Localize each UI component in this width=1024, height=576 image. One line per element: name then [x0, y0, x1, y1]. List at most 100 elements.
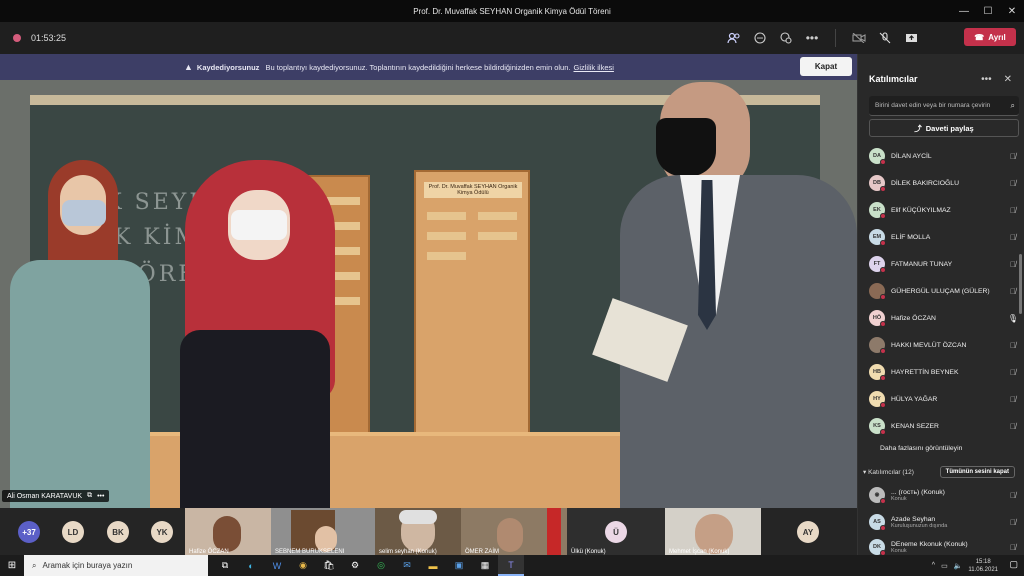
- avatar-ay[interactable]: AY: [797, 521, 819, 543]
- maximize-icon[interactable]: ☐: [976, 0, 1000, 22]
- windows-start-icon[interactable]: ⊞: [0, 555, 24, 576]
- guest-row[interactable]: ◉ ... (гость) (Konuk) Konuk 🎙̸: [869, 484, 1019, 506]
- panel-scrollbar[interactable]: [1019, 254, 1022, 314]
- video-thumb-ulku[interactable]: Ü Ülkü (Konuk): [567, 508, 665, 555]
- participant-row[interactable]: HÖ Hafize ÖCZAN 🎙: [869, 308, 1019, 328]
- invite-search-input[interactable]: Birini davet edin veya bir numara çeviri…: [869, 96, 1019, 116]
- tray-chevron-icon[interactable]: ^: [932, 562, 935, 569]
- volume-icon[interactable]: 🔈: [954, 562, 963, 570]
- avatar-bk[interactable]: BK: [107, 521, 129, 543]
- toolbar-icons: •••: [721, 22, 924, 54]
- person-center-woman: [165, 160, 355, 508]
- participant-name: GÜHERGÜL ULUÇAM (GÜLER): [891, 287, 990, 295]
- participant-row[interactable]: EM ELİF MOLLA 🎙̸: [869, 227, 1019, 247]
- network-icon[interactable]: ▭: [941, 562, 948, 570]
- privacy-link[interactable]: Gizlilik ilkesi: [574, 63, 614, 72]
- plaque-title: Prof. Dr. Muvaffak SEYHAN Organik Kimya …: [424, 182, 522, 198]
- guest-name: DEneme Kkonuk (Konuk): [891, 540, 968, 548]
- video-thumb-selim[interactable]: selim seyhan (Konuk): [375, 508, 461, 555]
- search-icon: ⌕: [1010, 100, 1015, 110]
- app-icon-green[interactable]: ◎: [368, 555, 394, 576]
- meeting-timer: 01:53:25: [31, 33, 67, 43]
- video-thumb-mehmet[interactable]: Mehmet İşcan (Konuk): [665, 508, 761, 555]
- participant-row[interactable]: HY HÜLYA YAĞAR 🎙̸: [869, 389, 1019, 409]
- window-title: Prof. Dr. Muvaffak SEYHAN Organik Kimya …: [413, 6, 611, 16]
- participant-name: Elif KÜÇÜKYILMAZ: [891, 206, 951, 214]
- guest-subtitle: Konuk: [891, 547, 907, 554]
- video-thumb-sebnem[interactable]: SEBNEM BURUKSELENI: [271, 508, 375, 555]
- speaker-name: Ali Osman KARATAVUK: [7, 492, 83, 500]
- search-icon: ⌕: [32, 560, 37, 570]
- video-thumb-hafize[interactable]: Hafize ÖCZAN: [185, 508, 271, 555]
- mute-all-button[interactable]: Tümünün sesini kapat: [939, 466, 1015, 478]
- participant-name: HAKKI MEVLÜT ÖZCAN: [891, 341, 967, 349]
- guest-subtitle: Kuruluşunuzun dışında: [891, 522, 948, 529]
- avatar-yk[interactable]: YK: [151, 521, 173, 543]
- minimize-icon[interactable]: —: [952, 0, 976, 22]
- taskbar-clock[interactable]: 15:18 11.06.2021: [968, 558, 998, 574]
- panel-close-icon[interactable]: ✕: [1004, 74, 1012, 85]
- mic-muted-icon: 🎙̸: [1010, 286, 1016, 296]
- participant-row[interactable]: EK Elif KÜÇÜKYILMAZ 🎙̸: [869, 200, 1019, 220]
- video-thumb-omer[interactable]: ÖMER ZAİM: [461, 508, 567, 555]
- guest-subtitle: Konuk: [891, 495, 907, 502]
- mic-off-icon[interactable]: [872, 25, 898, 51]
- participant-row[interactable]: FT FATMANUR TUNAY 🎙̸: [869, 254, 1019, 274]
- participant-row[interactable]: GÜHERGÜL ULUÇAM (GÜLER) 🎙̸: [869, 281, 1019, 301]
- window-titlebar: Prof. Dr. Muvaffak SEYHAN Organik Kimya …: [0, 0, 1024, 22]
- view-more-link[interactable]: Daha fazlasını görüntüleyin: [880, 445, 962, 452]
- participant-avatar: HB: [869, 364, 886, 381]
- file-explorer-icon[interactable]: ▬: [420, 555, 446, 576]
- participant-name: HÜLYA YAĞAR: [891, 395, 938, 403]
- attendees-section-header[interactable]: ▾ Katılımcılar (12): [863, 468, 914, 476]
- participant-avatar: DB: [869, 175, 886, 192]
- tile-more-icon[interactable]: •••: [97, 493, 104, 500]
- close-window-icon[interactable]: ✕: [1000, 0, 1024, 22]
- share-screen-icon[interactable]: [898, 25, 924, 51]
- mic-muted-icon: 🎙̸: [1010, 542, 1016, 552]
- participant-row[interactable]: HB HAYRETTİN BEYNEK 🎙̸: [869, 362, 1019, 382]
- camera-off-icon[interactable]: [846, 25, 872, 51]
- mic-muted-icon: 🎙̸: [1010, 205, 1016, 215]
- banner-close-button[interactable]: Kapat: [800, 57, 852, 76]
- store-icon[interactable]: 🛍: [316, 555, 342, 576]
- participant-name: HAYRETTİN BEYNEK: [891, 368, 959, 376]
- overflow-count-badge[interactable]: +37: [18, 521, 40, 543]
- photos-icon[interactable]: ▣: [446, 555, 472, 576]
- person-right-man: [592, 80, 857, 508]
- teams-icon[interactable]: T: [498, 555, 524, 576]
- task-view-icon[interactable]: ⧉: [212, 555, 238, 576]
- chrome-icon[interactable]: ◉: [290, 555, 316, 576]
- participant-row[interactable]: KS KENAN SEZER 🎙̸: [869, 416, 1019, 436]
- person-left-woman: [0, 160, 160, 508]
- participants-icon[interactable]: [721, 25, 747, 51]
- participant-photo: [869, 283, 886, 300]
- participant-row[interactable]: DA DİLAN AYCİL 🎙̸: [869, 146, 1019, 166]
- notification-icon[interactable]: ▢: [1009, 559, 1018, 570]
- guest-row[interactable]: AS Azade Seyhan Kuruluşunuzun dışında 🎙̸: [869, 511, 1019, 533]
- mail-icon[interactable]: ✉: [394, 555, 420, 576]
- system-tray: ^ ▭ 🔈 15:18 11.06.2021: [932, 555, 998, 576]
- taskbar-search-input[interactable]: ⌕ Aramak için buraya yazın: [24, 555, 208, 576]
- app-icon[interactable]: ⚙: [342, 555, 368, 576]
- edge-icon[interactable]: ◐: [238, 555, 264, 576]
- participant-row[interactable]: HAKKI MEVLÜT ÖZCAN 🎙̸: [869, 335, 1019, 355]
- mic-muted-icon: 🎙̸: [1010, 367, 1016, 377]
- windows-taskbar: ⊞ ⌕ Aramak için buraya yazın ⧉ ◐ W ◉ 🛍 ⚙…: [0, 555, 1024, 576]
- leave-button[interactable]: ☎ Ayrıl: [964, 28, 1016, 46]
- panel-more-icon[interactable]: •••: [981, 74, 992, 85]
- window-controls: — ☐ ✕: [952, 0, 1024, 22]
- reactions-icon[interactable]: [773, 25, 799, 51]
- participant-name: KENAN SEZER: [891, 422, 939, 430]
- participant-row[interactable]: DB DİLEK BAKIRCIOĞLU 🎙̸: [869, 173, 1019, 193]
- banner-title: Kaydediyorsunuz: [196, 62, 260, 72]
- word-icon[interactable]: W: [264, 555, 290, 576]
- recording-banner: ▲ Kaydediyorsunuz Bu toplantıyı kaydediy…: [0, 54, 857, 80]
- more-options-icon[interactable]: •••: [799, 25, 825, 51]
- app-icon-grid[interactable]: ▦: [472, 555, 498, 576]
- share-invite-button[interactable]: ⤴ Daveti paylaş: [869, 119, 1019, 137]
- avatar-ld[interactable]: LD: [62, 521, 84, 543]
- chat-icon[interactable]: [747, 25, 773, 51]
- main-video: FAK SEYHAN NİK KİMYA TÖRE Prof. Dr. Muva…: [0, 80, 857, 508]
- warning-icon: ▲: [184, 62, 193, 72]
